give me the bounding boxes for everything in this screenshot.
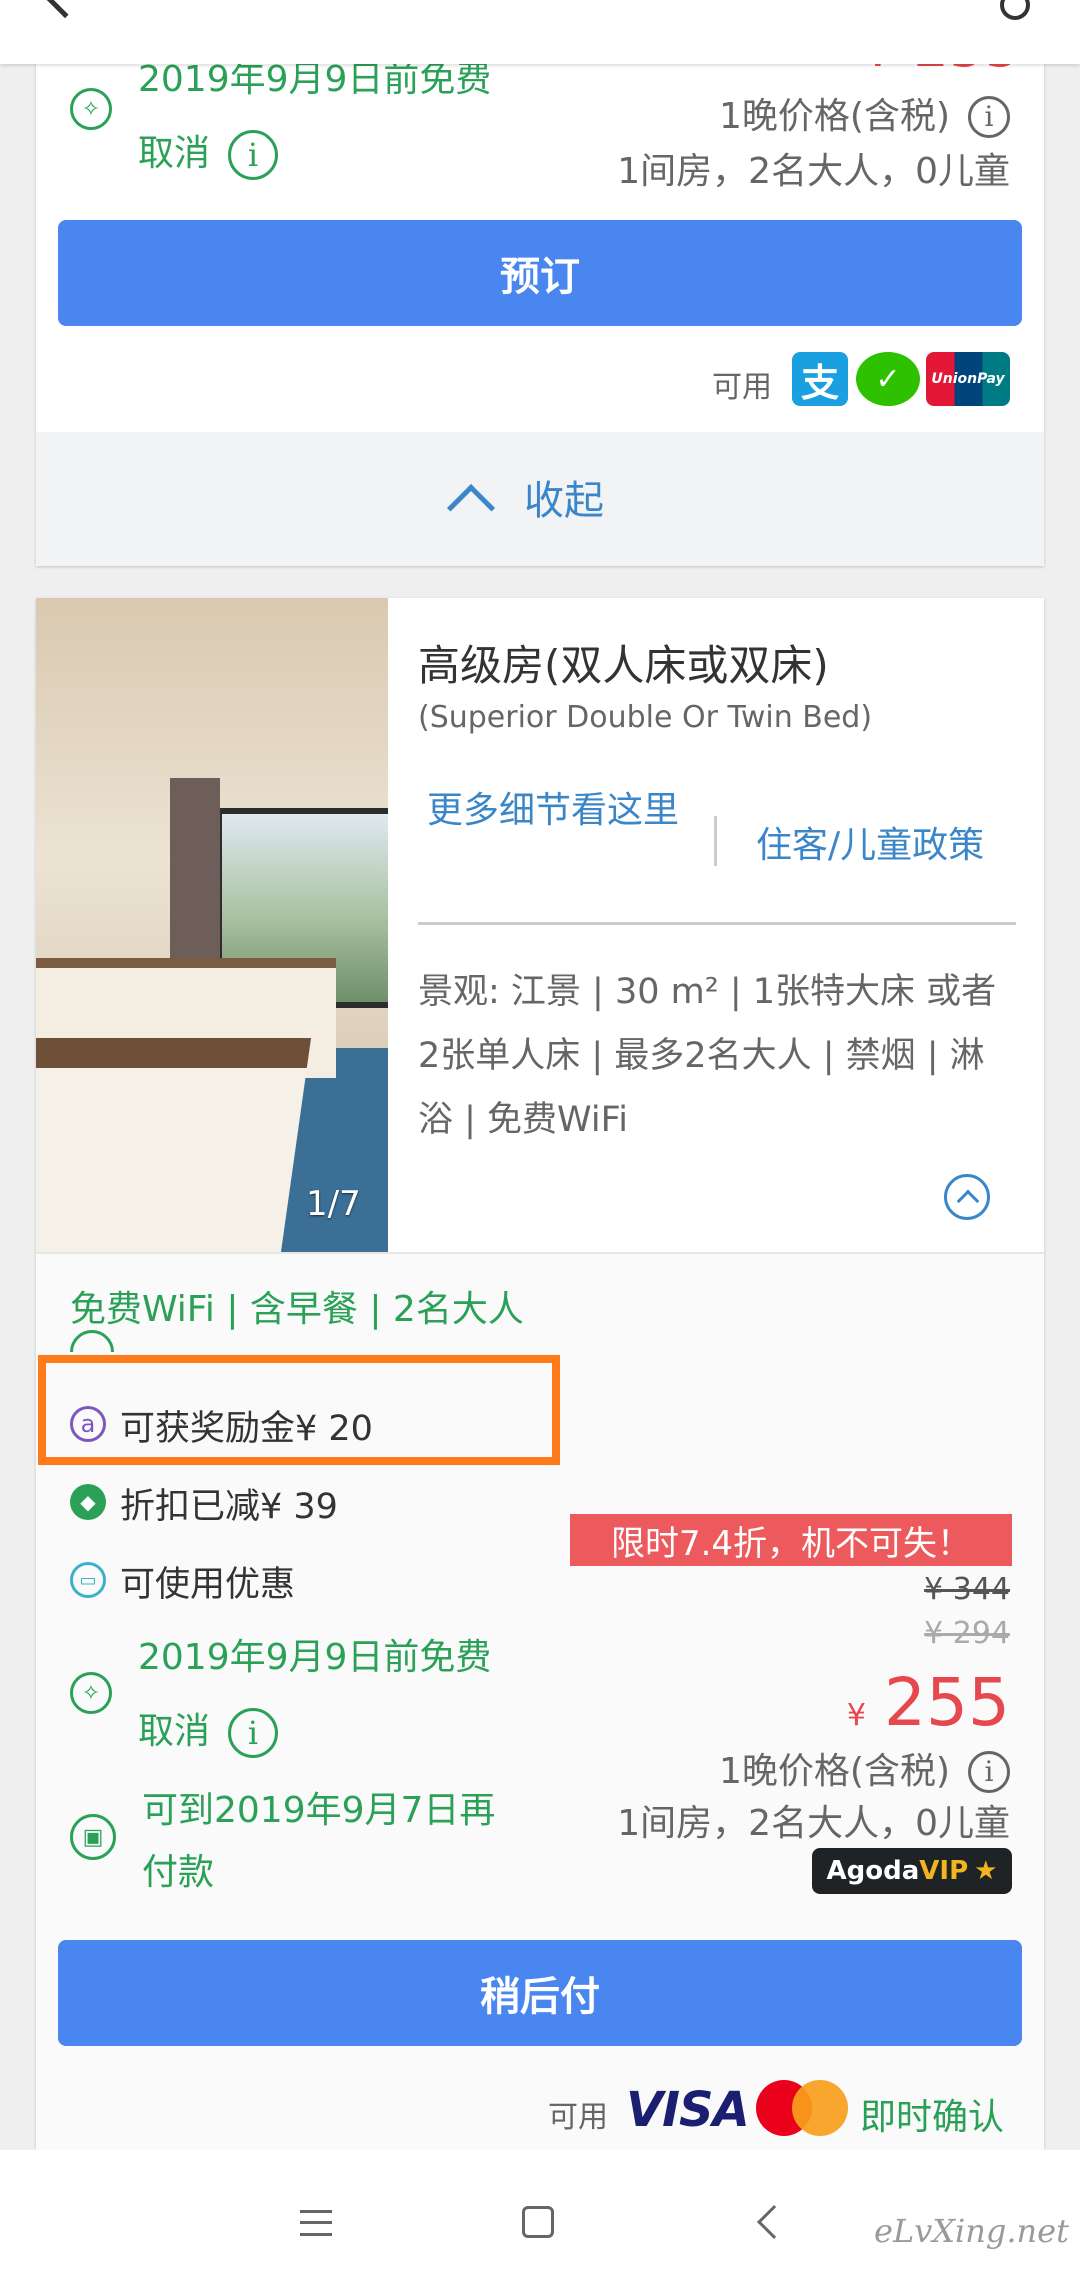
chevron-up-circle-icon[interactable] bbox=[944, 1174, 990, 1220]
refresh-icon[interactable] bbox=[1000, 0, 1030, 20]
photo-counter: 1/7 bbox=[306, 1184, 361, 1224]
home-icon[interactable] bbox=[522, 2206, 554, 2238]
lightbulb-icon: ✧ bbox=[70, 88, 112, 130]
collapse-label: 收起 bbox=[524, 478, 604, 524]
room-features: 景观: 江景 | 30 m² | 1张特大床 或者 2张单人床 | 最多2名大人… bbox=[418, 972, 997, 1140]
star-icon: ★ bbox=[974, 1856, 998, 1886]
coupon-text: 可使用优惠 bbox=[120, 1565, 296, 1605]
mastercard-icon bbox=[756, 2080, 848, 2136]
room-details-link[interactable]: 更多细节看这里 bbox=[418, 780, 688, 842]
available-label: 可用 bbox=[712, 370, 772, 405]
original-price: ¥ 344 bbox=[924, 1572, 1010, 1607]
offer-free-cancel-text: 2019年9月9日前免费 取消 i bbox=[138, 1630, 491, 1760]
system-nav-bar: eLvXing.net bbox=[0, 2150, 1080, 2280]
back-icon[interactable] bbox=[43, 0, 87, 19]
reward-coin-icon: a bbox=[70, 1406, 106, 1442]
discount-tag-icon: ◆ bbox=[70, 1484, 106, 1520]
offer-occupancy: 1间房，2名大人，0儿童 bbox=[617, 1803, 1010, 1844]
info-icon[interactable]: i bbox=[228, 1708, 279, 1758]
offer-price-note: 1晚价格(含税) i bbox=[719, 1750, 1010, 1794]
calendar-pay-icon: ▣ bbox=[70, 1814, 116, 1860]
recent-apps-icon[interactable] bbox=[300, 2210, 332, 2236]
info-icon[interactable]: i bbox=[968, 1751, 1010, 1793]
photo-bed-front bbox=[36, 1038, 312, 1252]
coupon-icon: ▭ bbox=[70, 1562, 106, 1598]
instant-confirm-text: 即时确认 bbox=[860, 2097, 1005, 2138]
available-label: 可用 bbox=[548, 2100, 608, 2135]
top-app-bar bbox=[0, 0, 1080, 64]
amenities-text: 免费WiFi | 含早餐 | 2名大人 bbox=[70, 1289, 524, 1330]
pay-later-button[interactable]: 稍后付 bbox=[58, 1940, 1022, 2046]
room-divider bbox=[418, 922, 1016, 925]
occupancy-text: 1间房，2名大人，0儿童 bbox=[617, 151, 1010, 192]
lightbulb-icon: ✧ bbox=[70, 1672, 112, 1714]
room-title: 高级房(双人床或双床) bbox=[418, 641, 829, 690]
visa-icon: VISA bbox=[626, 2082, 750, 2138]
link-divider bbox=[714, 816, 717, 866]
price-note: 1晚价格(含税) i bbox=[719, 95, 1010, 139]
info-icon[interactable]: i bbox=[968, 96, 1010, 138]
room-photo[interactable]: 1/7 bbox=[36, 598, 388, 1252]
room-subtitle: (Superior Double Or Twin Bed) bbox=[418, 700, 873, 735]
free-cancel-text: 2019年9月9日前免费 取消 i bbox=[138, 52, 491, 182]
watermark: eLvXing.net bbox=[874, 2212, 1069, 2250]
discount-text: 折扣已减¥ 39 bbox=[120, 1487, 338, 1527]
pay-later-date-text: 可到2019年9月7日再 付款 bbox=[142, 1790, 496, 1893]
agoda-vip-badge: Agoda VIP ★ bbox=[812, 1848, 1012, 1894]
book-button[interactable]: 预订 bbox=[58, 220, 1022, 326]
promo-badge: 限时7.4折，机不可失！ bbox=[570, 1514, 1012, 1566]
current-price: ¥ 255 bbox=[846, 1664, 1010, 1741]
info-icon[interactable]: i bbox=[228, 130, 279, 180]
alipay-icon: 支 bbox=[792, 352, 848, 406]
collapse-button[interactable]: 收起 bbox=[440, 462, 640, 533]
guest-policy-link[interactable]: 住客/儿童政策 bbox=[756, 816, 984, 868]
previous-price: ¥ 294 bbox=[924, 1616, 1010, 1651]
unionpay-icon: UnionPay bbox=[926, 352, 1010, 406]
wechat-pay-icon: ✓ bbox=[856, 352, 920, 406]
back-nav-icon[interactable] bbox=[757, 2205, 791, 2239]
reward-text: 可获奖励金¥ 20 bbox=[120, 1409, 373, 1449]
chevron-up-icon bbox=[446, 483, 496, 533]
